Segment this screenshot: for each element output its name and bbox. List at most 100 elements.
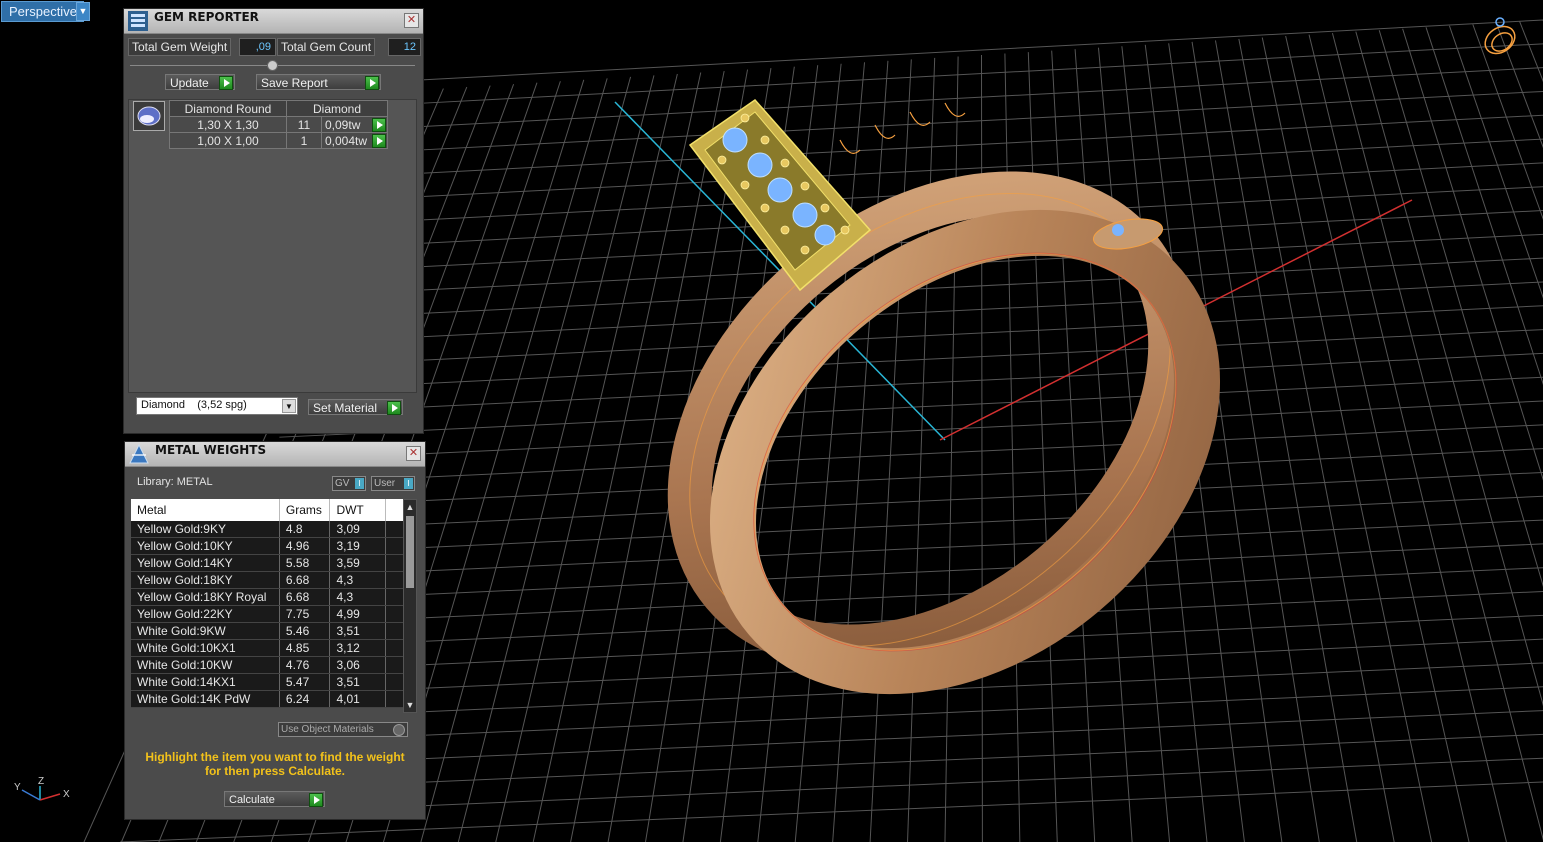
metal-dwt: 4,01 [329,690,387,708]
metal-dwt: 3,12 [329,639,387,657]
gem-row-go-icon[interactable] [372,134,387,148]
metal-grams: 4.85 [279,639,331,657]
metal-table-body: Yellow Gold:9KY 4.8 3,09 Yellow Gold:10KY 4.… [131,521,403,708]
metal-spare-cell [385,656,403,674]
set-material-button[interactable]: Set Material [308,399,403,415]
metal-row[interactable]: White Gold:9KW 5.46 3,51 [131,622,403,640]
viewport-label[interactable]: Perspective [1,1,84,22]
spare-column-header [385,499,403,521]
gem-row-go-icon[interactable] [372,118,387,132]
dwt-column-header[interactable]: DWT [329,499,387,521]
gem-size: 1,00 X 1,00 [169,132,287,149]
axis-label-x: X [63,789,70,800]
use-object-materials-toggle[interactable]: Use Object Materials [278,722,408,737]
calculate-hint: Highlight the item you want to find the … [145,750,405,778]
metal-name: White Gold:14KX1 [131,673,280,691]
scale-icon [129,443,149,464]
metal-spare-cell [385,639,403,657]
ring-model[interactable] [601,99,1283,761]
total-gem-count-label: Total Gem Count [277,38,376,56]
metal-name: White Gold:10KX1 [131,639,280,657]
metal-row[interactable]: Yellow Gold:10KY 4.96 3,19 [131,537,403,555]
metal-row[interactable]: White Gold:10KW 4.76 3,06 [131,656,403,674]
metal-dwt: 4,99 [329,605,387,623]
total-gem-count-value[interactable]: 12 [388,38,421,56]
gv-toggle[interactable]: GV I [332,476,366,491]
metal-name: White Gold:9KW [131,622,280,640]
gem-row[interactable]: 1,30 X 1,30 11 0,09tw [169,116,389,133]
gem-reporter-title: GEM REPORTER [154,10,259,24]
metal-table-scrollbar[interactable]: ▲ ▼ [403,499,417,713]
total-gem-weight-label: Total Gem Weight [128,38,232,56]
metal-row[interactable]: White Gold:10KX1 4.85 3,12 [131,639,403,657]
metal-dwt: 3,51 [329,622,387,640]
metal-spare-cell [385,673,403,691]
metal-dwt: 3,09 [329,521,387,538]
metal-row[interactable]: Yellow Gold:14KY 5.58 3,59 [131,554,403,572]
use-object-materials-label: Use Object Materials [281,724,374,735]
metal-spare-cell [385,571,403,589]
metal-name: White Gold:10KW [131,656,280,674]
metal-name: Yellow Gold:22KY [131,605,280,623]
save-report-button-label: Save Report [261,76,328,90]
scroll-thumb[interactable] [406,516,414,588]
gem-reporter-titlebar[interactable]: GEM REPORTER ✕ [124,9,423,34]
metal-name: Yellow Gold:18KY [131,571,280,589]
metal-weights-titlebar[interactable]: METAL WEIGHTS ✕ [125,442,425,467]
metal-spare-cell [385,690,403,708]
material-select-value: Diamond (3,52 spg) [141,399,247,411]
gem-row[interactable]: 1,00 X 1,00 1 0,004tw [169,132,389,149]
metal-spare-cell [385,554,403,572]
update-go-icon [219,76,233,90]
gem-shape-header: Diamond Round [169,100,287,117]
metal-row[interactable]: Yellow Gold:9KY 4.8 3,09 [131,521,403,538]
metal-row[interactable]: Yellow Gold:22KY 7.75 4,99 [131,605,403,623]
chevron-down-icon[interactable]: ▼ [282,399,296,413]
calculate-button[interactable]: Calculate [224,791,325,807]
gem-reporter-icon [128,11,148,31]
metal-row[interactable]: White Gold:14KX1 5.47 3,51 [131,673,403,691]
metal-column-header[interactable]: Metal [131,499,280,521]
save-report-button[interactable]: Save Report [256,74,381,90]
metal-table: Metal Grams DWT Yellow Gold:9KY 4.8 3,09 Ye… [131,499,403,708]
save-report-go-icon [365,76,379,90]
ring-thumbnail-icon[interactable] [1480,17,1520,59]
metal-row[interactable]: White Gold:14K PdW 6.24 4,01 [131,690,403,708]
gem-weight-value: 0,09tw [325,117,361,132]
update-button-label: Update [170,76,209,90]
axis-label-y: Y [14,782,21,793]
gem-count: 1 [286,132,322,149]
metal-name: White Gold:14K PdW [131,690,280,708]
use-object-materials-icon [393,724,405,736]
gem-count: 11 [286,116,322,133]
metal-dwt: 3,19 [329,537,387,555]
material-select[interactable]: Diamond (3,52 spg) ▼ [136,397,298,415]
metal-row[interactable]: Yellow Gold:18KY 6.68 4,3 [131,571,403,589]
gem-weight: 0,004tw [320,132,389,149]
user-toggle[interactable]: User I [371,476,415,491]
metal-spare-cell [385,622,403,640]
viewport-dropdown-button[interactable]: ▼ [76,2,90,21]
metal-grams: 6.68 [279,571,331,589]
metal-grams: 4.76 [279,656,331,674]
diamond-round-icon[interactable] [133,101,165,131]
axis-gizmo: Z X Y [14,776,70,801]
scroll-up-icon[interactable]: ▲ [404,500,416,514]
metal-grams: 4.8 [279,521,331,538]
gem-reporter-close-icon[interactable]: ✕ [404,13,419,28]
metal-spare-cell [385,588,403,606]
update-button[interactable]: Update [165,74,235,90]
total-gem-weight-value[interactable]: ,09 [239,38,276,56]
metal-dwt: 3,59 [329,554,387,572]
calculate-go-icon [309,793,323,807]
metal-weights-close-icon[interactable]: ✕ [406,446,421,461]
gv-toggle-label: GV [335,478,350,489]
metal-dwt: 3,06 [329,656,387,674]
metal-dwt: 4,3 [329,588,387,606]
metal-grams: 7.75 [279,605,331,623]
splitter-handle[interactable] [267,60,278,71]
scroll-down-icon[interactable]: ▼ [404,698,416,712]
metal-table-header: Metal Grams DWT [131,499,403,521]
grams-column-header[interactable]: Grams [279,499,331,521]
metal-row[interactable]: Yellow Gold:18KY Royal 6.68 4,3 [131,588,403,606]
